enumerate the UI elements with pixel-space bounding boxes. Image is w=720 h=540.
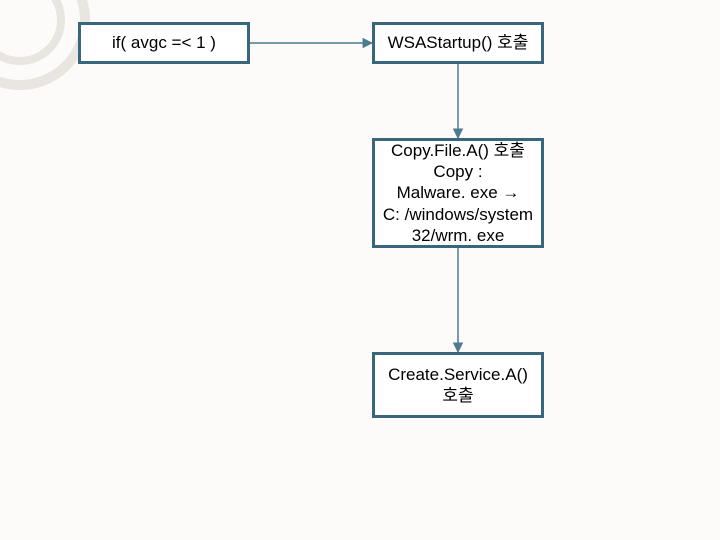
copyfile-box: Copy.File.A() 호출Copy :Malware. exe →C: /… [372, 138, 544, 248]
condition-text: if( avgc =< 1 ) [112, 32, 216, 53]
wsastartup-text: WSAStartup() 호출 [388, 32, 529, 53]
connectors [0, 0, 720, 540]
condition-box: if( avgc =< 1 ) [78, 22, 250, 64]
createsvc-text: Create.Service.A()호출 [388, 364, 528, 407]
wsastartup-box: WSAStartup() 호출 [372, 22, 544, 64]
corner-decoration [0, 0, 90, 90]
copyfile-text: Copy.File.A() 호출Copy :Malware. exe →C: /… [383, 140, 533, 246]
createsvc-box: Create.Service.A()호출 [372, 352, 544, 418]
